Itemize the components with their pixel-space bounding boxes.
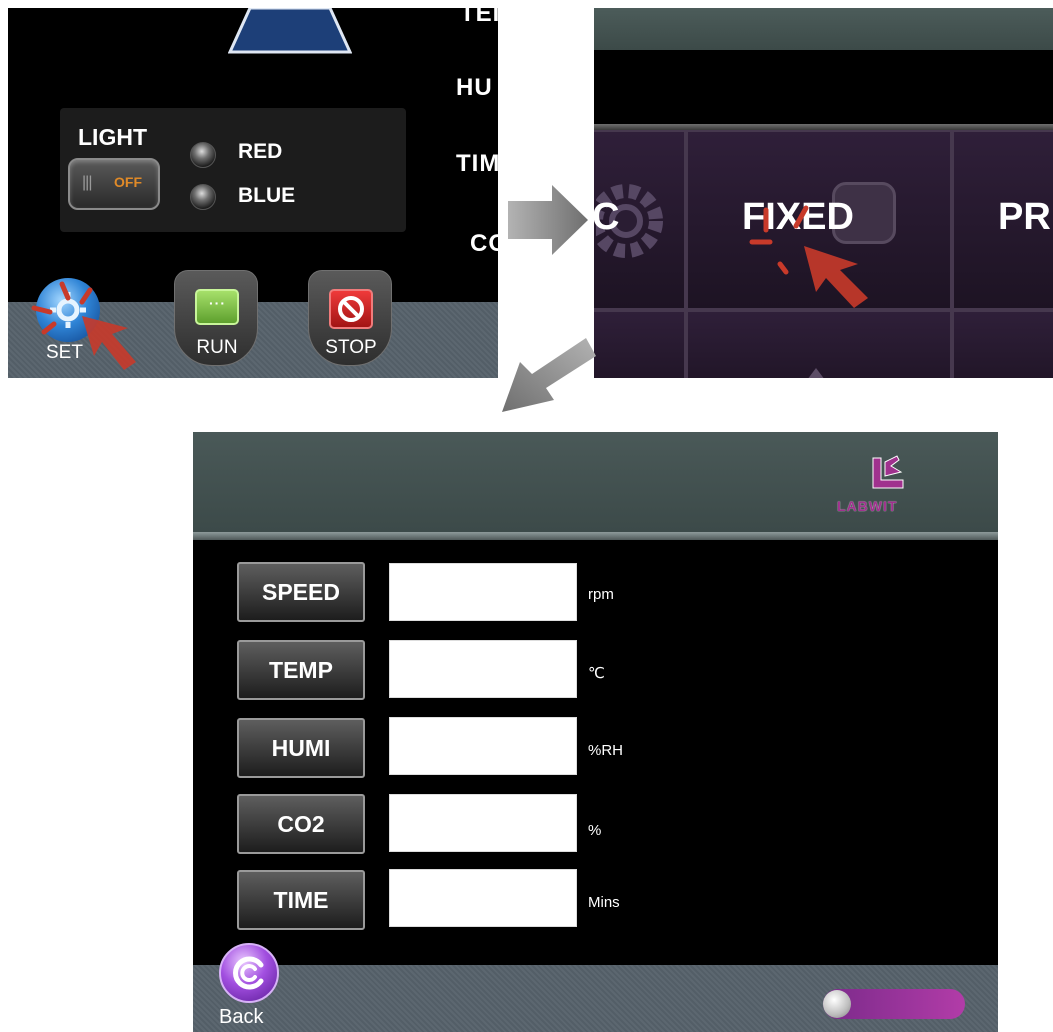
light-label: LIGHT	[78, 124, 147, 150]
humi-input[interactable]	[389, 717, 577, 775]
light-control-box: LIGHT ||| OFF RED BLUE	[60, 108, 406, 232]
speed-button[interactable]: SPEED	[237, 562, 365, 622]
stop-icon	[329, 289, 373, 329]
tap-pointer-icon	[31, 281, 136, 370]
time-unit: Mins	[588, 894, 620, 911]
menu-item-row2-b[interactable]	[686, 310, 952, 378]
red-led-label: RED	[238, 140, 283, 163]
up-triangle-icon	[804, 368, 828, 378]
menu-screen-panel: C FIXED PR	[594, 8, 1053, 378]
menu-item-auto-label: C	[594, 196, 620, 238]
arrow-down-left-icon	[502, 338, 596, 412]
blue-led-indicator[interactable]	[190, 184, 216, 210]
menu-item-row2-a[interactable]	[594, 310, 686, 378]
speed-input[interactable]	[389, 563, 577, 621]
time-button[interactable]: TIME	[237, 870, 365, 930]
back-swirl-icon	[233, 956, 264, 990]
stop-label: STOP	[325, 337, 377, 358]
co2-input[interactable]	[389, 794, 577, 852]
menu-top-strip	[594, 8, 1053, 50]
stop-button[interactable]: STOP	[308, 270, 392, 366]
switch-grip-icon: |||	[82, 174, 93, 191]
temp-button[interactable]: TEMP	[237, 640, 365, 700]
arrow-right-icon	[508, 185, 588, 255]
no-entry-icon	[338, 296, 364, 322]
side-label-temp: TEI	[460, 8, 498, 27]
temp-input[interactable]	[389, 640, 577, 698]
run-button[interactable]: ··· RUN	[174, 270, 258, 366]
run-icon-dots: ···	[209, 295, 226, 311]
side-label-humi: HU	[456, 74, 493, 101]
run-label: RUN	[196, 337, 238, 358]
blue-led-label: BLUE	[238, 184, 296, 207]
red-led-indicator[interactable]	[190, 142, 216, 168]
time-input[interactable]	[389, 869, 577, 927]
flask-icon	[228, 8, 352, 54]
tap-pointer-icon	[749, 205, 868, 308]
menu-item-row2-c[interactable]	[952, 310, 1053, 378]
speed-unit: rpm	[588, 586, 614, 603]
humi-button[interactable]: HUMI	[237, 718, 365, 778]
back-label: Back	[219, 1006, 264, 1028]
fixed-header-divider	[193, 532, 998, 540]
mode-toggle-slider[interactable]	[823, 989, 965, 1019]
labwit-logo-icon	[872, 455, 904, 489]
co2-unit: %	[588, 822, 602, 839]
temp-unit: ℃	[588, 665, 605, 682]
side-label-co2: CO	[470, 230, 498, 257]
main-screen-panel: TEI HU TIM CO LIGHT ||| OFF RED BLUE ···…	[8, 8, 498, 378]
menu-title-band	[594, 50, 1053, 124]
menu-item-program-label: PR	[998, 196, 1051, 238]
side-label-time: TIM	[456, 150, 498, 177]
toggle-knob[interactable]	[823, 990, 851, 1018]
labwit-logo-text: LABWIT	[837, 498, 898, 514]
menu-item-auto[interactable]: C	[594, 130, 686, 310]
humi-unit: %RH	[588, 742, 624, 759]
run-icon: ···	[195, 289, 239, 325]
menu-item-program[interactable]: PR	[952, 130, 1053, 310]
light-toggle-switch[interactable]: ||| OFF	[68, 158, 160, 210]
co2-button[interactable]: CO2	[237, 794, 365, 854]
switch-state-label: OFF	[114, 174, 142, 190]
back-button[interactable]	[219, 943, 279, 1003]
fixed-mode-panel: LABWIT SPEED rpm TEMP ℃ HUMI %RH CO2 % T…	[193, 432, 998, 1032]
